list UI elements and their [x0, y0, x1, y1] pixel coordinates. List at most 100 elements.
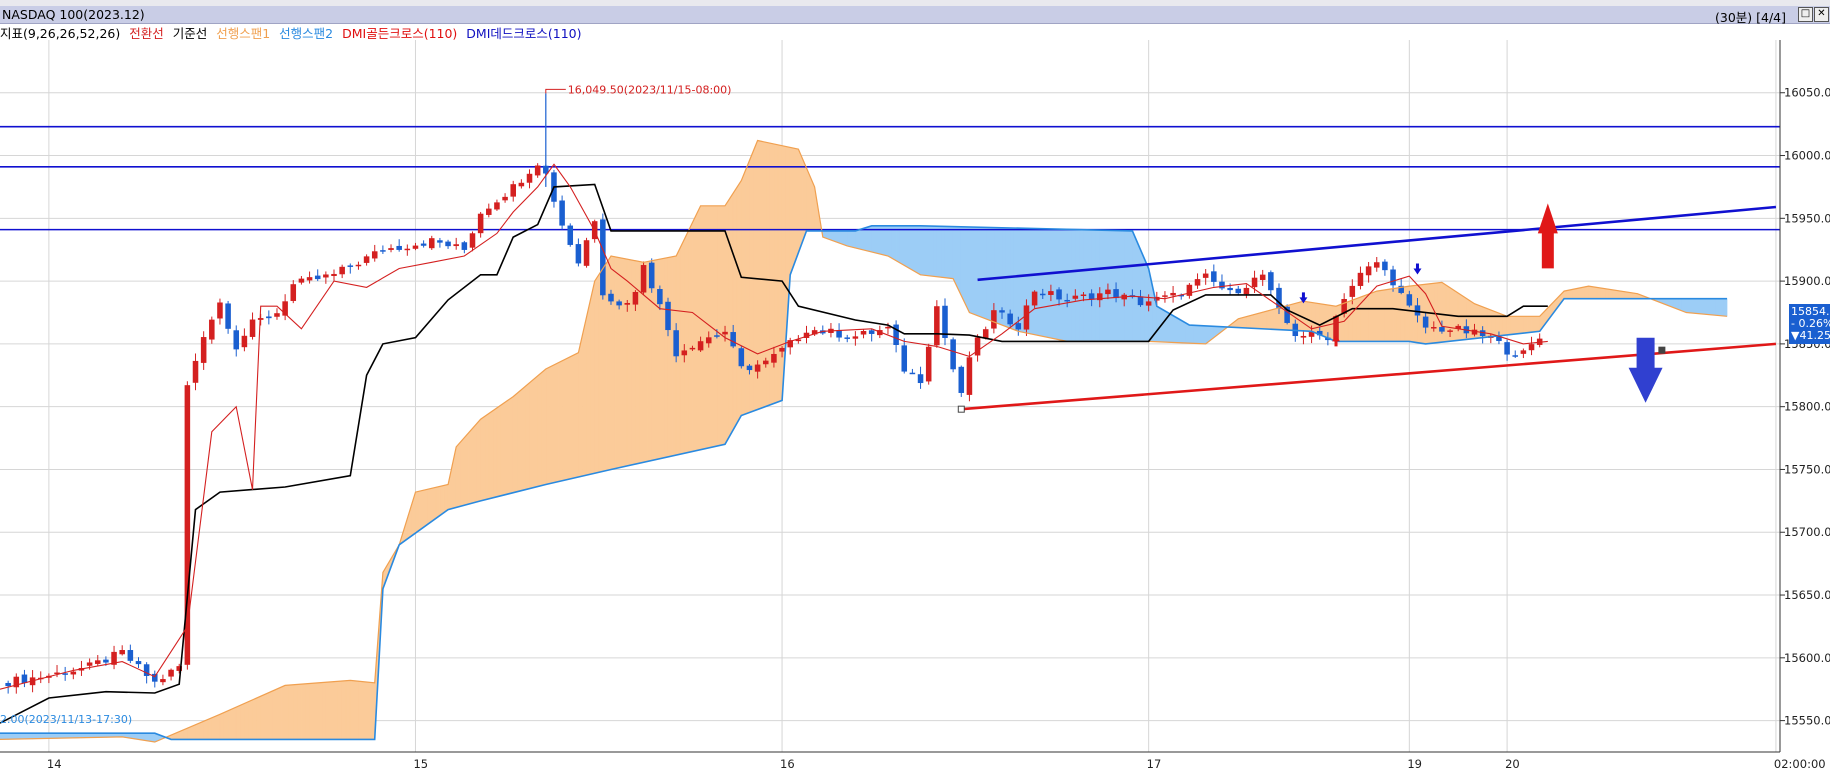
cloud-segment: [985, 227, 991, 321]
cloud-segment: [647, 260, 653, 462]
cloud-segment: [533, 375, 538, 488]
cloud-segment: [1091, 229, 1096, 342]
candle-body: [779, 347, 785, 352]
candle-body: [1211, 271, 1217, 282]
cloud-segment: [1576, 287, 1581, 299]
cloud-segment: [541, 368, 547, 486]
candle-body: [844, 337, 851, 339]
cloud-segment: [1042, 228, 1048, 338]
chart-grid: [0, 40, 1780, 752]
cloud-segment: [32, 732, 37, 740]
cloud-segment: [1075, 229, 1080, 342]
cloud-segment: [333, 681, 339, 740]
cloud-segment: [219, 712, 225, 740]
candle-body: [445, 241, 451, 247]
cloud-segment: [622, 257, 628, 468]
cloud-segment: [944, 226, 950, 279]
candle-body: [1072, 295, 1079, 299]
candle-body: [705, 337, 712, 344]
cloud-segment: [211, 715, 217, 740]
cloud-segment: [292, 684, 298, 740]
candle-body: [950, 339, 956, 370]
candle-body: [347, 265, 354, 267]
cloud-segment: [1596, 287, 1602, 299]
cloud-segment: [696, 205, 701, 451]
cloud-segment: [1527, 315, 1532, 334]
candle-body: [1259, 274, 1266, 280]
candle-body: [730, 332, 736, 347]
cloud-segment: [1714, 298, 1720, 316]
cloud-segment: [207, 717, 213, 740]
candle-body: [494, 202, 500, 210]
cloud-segment: [305, 683, 310, 740]
cloud-segment: [916, 225, 921, 276]
candle-body: [1015, 323, 1022, 330]
candle-body: [1390, 269, 1396, 286]
candle-body: [1357, 272, 1364, 286]
cloud-segment: [252, 697, 257, 740]
cloud-segment: [341, 680, 347, 740]
cloud-segment: [761, 140, 767, 409]
candle-body: [754, 364, 761, 372]
cloud-segment: [545, 366, 551, 485]
candle-body: [1023, 305, 1030, 330]
candle-body: [21, 674, 28, 684]
cloud-segment: [1156, 305, 1162, 343]
cloud-segment: [1242, 316, 1247, 329]
cloud-segment: [1694, 298, 1699, 314]
cloud-segment: [415, 490, 420, 534]
price-chart[interactable]: 15550.00 15600.00 15650.00 15700.00 15750.00…: [0, 0, 1830, 772]
cloud-segment: [146, 732, 152, 742]
cloud-segment: [1706, 298, 1712, 316]
cloud-segment: [1384, 288, 1390, 342]
cloud-segment: [895, 225, 901, 264]
cloud-segment: [1600, 287, 1606, 299]
cloud-segment: [1531, 315, 1536, 333]
candle-body: [1202, 273, 1209, 278]
cloud-segment: [1608, 288, 1614, 299]
low-annotation: 2.00(2023/11/13-17:30): [0, 713, 132, 726]
cloud-segment: [732, 185, 738, 432]
cloud-segment: [684, 230, 689, 454]
candle-body: [1373, 262, 1380, 268]
candle-body: [453, 244, 459, 247]
cloud-segment: [1172, 315, 1178, 343]
cloud-segment: [1535, 315, 1540, 333]
cloud-segment: [1197, 325, 1202, 345]
cloud-segment: [280, 684, 286, 740]
candle-body: [1439, 327, 1445, 332]
cloud-segment: [626, 258, 632, 467]
cloud-segment: [476, 418, 481, 503]
cloud-segment: [480, 415, 486, 502]
cloud-segment: [1018, 227, 1023, 333]
candle-body: [241, 335, 248, 348]
candle-body: [559, 200, 565, 226]
cloud-segment: [1702, 298, 1707, 315]
cloud-segment: [1686, 298, 1691, 314]
candle-body: [396, 245, 402, 250]
candle-body: [917, 374, 924, 384]
candle-body: [860, 331, 867, 335]
candle-body: [616, 301, 622, 306]
candle-body: [274, 313, 280, 317]
candle-body: [119, 650, 125, 655]
candle-body: [469, 233, 476, 248]
cloud-segment: [1062, 228, 1068, 342]
candle-body: [388, 248, 394, 250]
cloud-segment: [321, 681, 327, 740]
candle-body: [217, 302, 223, 319]
cloud-segment: [712, 205, 718, 448]
candle-body: [991, 310, 997, 329]
y-tick-label: 15750.00: [1784, 462, 1830, 476]
candle-body: [306, 277, 313, 281]
cloud-segment: [1193, 324, 1198, 344]
cloud-segment: [1519, 315, 1524, 334]
candle-body: [518, 182, 525, 187]
candle-body: [583, 240, 590, 266]
candle-body: [697, 341, 704, 351]
cloud-segment: [749, 150, 754, 413]
cloud-segment: [590, 281, 595, 475]
cloud-segment: [231, 706, 237, 740]
cloud-segment: [1258, 311, 1264, 330]
candle-body: [608, 293, 614, 302]
